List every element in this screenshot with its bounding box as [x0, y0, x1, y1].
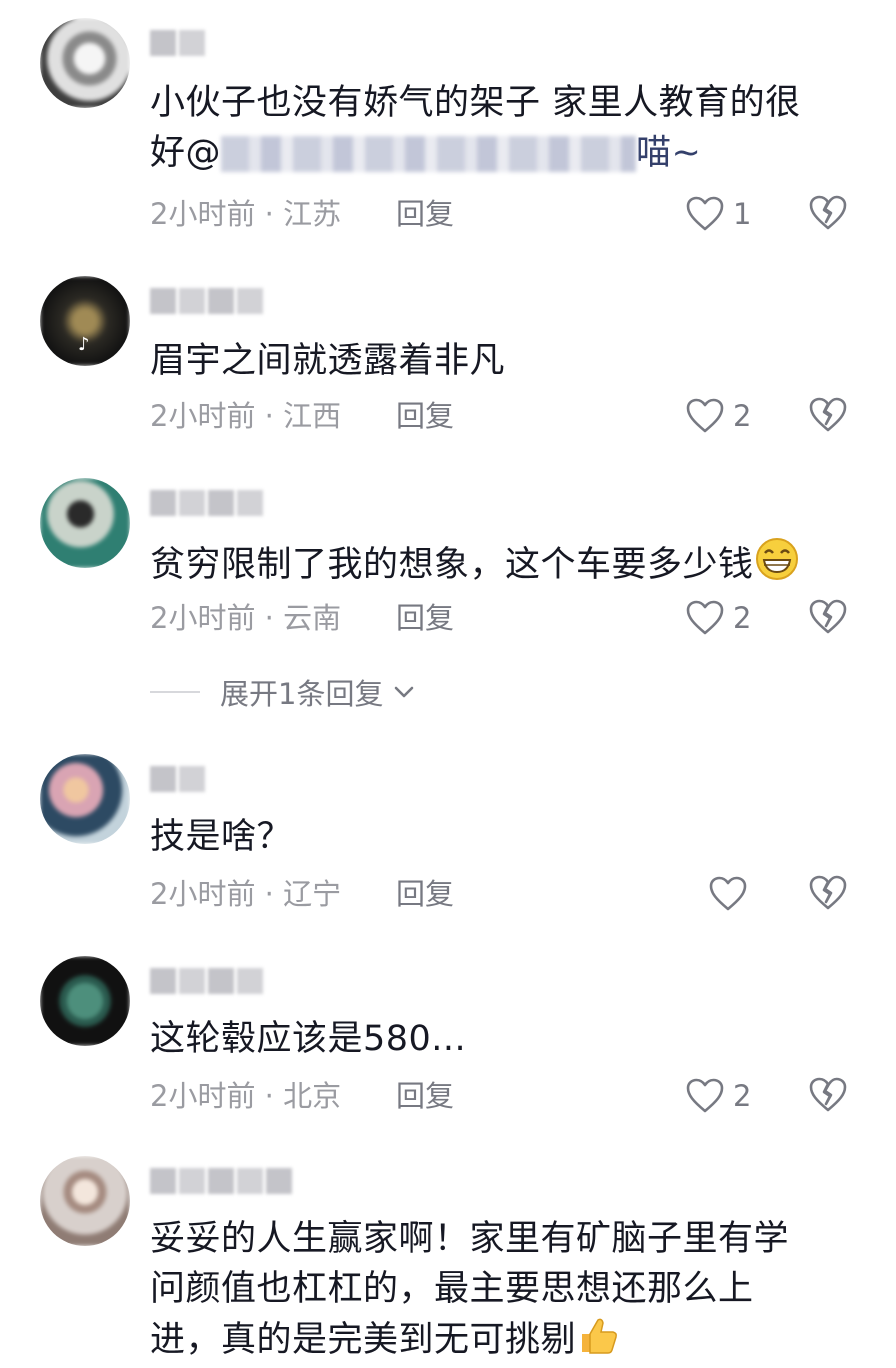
reply-button[interactable]: 回复 [396, 396, 454, 436]
avatar[interactable] [40, 754, 130, 844]
like-button[interactable] [708, 874, 756, 914]
time-location: 2小时前 · 江西 [150, 399, 342, 433]
broken-heart-icon [809, 397, 847, 432]
avatar[interactable] [40, 1156, 130, 1246]
like-count: 2 [733, 1079, 752, 1113]
expand-replies-button[interactable]: 展开1条回复 [150, 672, 417, 712]
expand-replies-label: 展开1条回复 [220, 677, 384, 711]
divider [150, 691, 200, 693]
username-blurred[interactable] [150, 766, 205, 792]
username-blurred[interactable] [150, 1168, 292, 1194]
like-button[interactable]: 1 [685, 194, 751, 234]
avatar[interactable] [40, 956, 130, 1046]
avatar[interactable]: ♪ [40, 276, 130, 366]
like-count: 2 [733, 399, 752, 433]
time-location: 2小时前 · 北京 [150, 1079, 342, 1113]
comment-text: 小伙子也没有娇气的架子 家里人教育的很 好@ 喵~ [150, 78, 850, 178]
avatar[interactable] [40, 478, 130, 568]
dislike-button[interactable] [808, 194, 848, 239]
heart-icon [686, 1078, 724, 1113]
comment-text: 妥妥的人生赢家啊！家里有矿脑子里有学 问颜值也杠杠的，最主要思想还那么上 进，真… [150, 1214, 850, 1368]
like-button[interactable]: 2 [685, 1076, 751, 1116]
thumbs-up-emoji-icon [576, 1314, 620, 1368]
dislike-button[interactable] [808, 598, 848, 643]
dislike-button[interactable] [808, 1076, 848, 1121]
like-count: 1 [733, 197, 752, 231]
broken-heart-icon [809, 599, 847, 634]
time-location: 2小时前 · 云南 [150, 601, 342, 635]
grin-emoji-icon [754, 536, 800, 596]
time-location: 2小时前 · 辽宁 [150, 877, 342, 911]
like-button[interactable]: 2 [685, 396, 751, 436]
heart-icon [686, 196, 724, 231]
tiktok-icon: ♪ [78, 334, 90, 355]
username-blurred[interactable] [150, 30, 205, 56]
comment-text: 技是啥？ [150, 817, 293, 857]
comment-text: 这轮毂应该是580... [150, 1019, 467, 1059]
comment-meta: 2小时前 · 江西 回复 2 [150, 396, 850, 436]
comment-text-part: 贫穷限制了我的想象，这个车要多少钱 [150, 545, 754, 585]
username-blurred[interactable] [150, 288, 263, 314]
chevron-down-icon [395, 686, 414, 698]
reply-button[interactable]: 回复 [396, 874, 454, 914]
mention-suffix[interactable]: 喵~ [636, 133, 701, 173]
time-location: 2小时前 · 江苏 [150, 197, 342, 231]
broken-heart-icon [809, 1077, 847, 1112]
reply-button[interactable]: 回复 [396, 194, 454, 234]
dislike-button[interactable] [808, 396, 848, 441]
reply-button[interactable]: 回复 [396, 598, 454, 638]
comment-meta: 2小时前 · 云南 回复 2 [150, 598, 850, 638]
username-blurred[interactable] [150, 968, 263, 994]
broken-heart-icon [809, 195, 847, 230]
comment-meta: 2小时前 · 辽宁 回复 [150, 874, 850, 914]
broken-heart-icon [809, 875, 847, 910]
like-button[interactable]: 2 [685, 598, 751, 638]
mention-blurred[interactable] [221, 136, 637, 172]
avatar[interactable] [40, 18, 130, 108]
reply-button[interactable]: 回复 [396, 1076, 454, 1116]
comment-meta: 2小时前 · 江苏 回复 1 [150, 194, 850, 234]
heart-icon [686, 398, 724, 433]
heart-icon [709, 876, 747, 911]
comment-text-part: 妥妥的人生赢家啊！家里有矿脑子里有学 问颜值也杠杠的，最主要思想还那么上 进，真… [150, 1219, 790, 1360]
dislike-button[interactable] [808, 874, 848, 919]
username-blurred[interactable] [150, 490, 263, 516]
like-count: 2 [733, 601, 752, 635]
comment-meta: 2小时前 · 北京 回复 2 [150, 1076, 850, 1116]
comment-text: 眉宇之间就透露着非凡 [150, 341, 506, 381]
comment-text: 贫穷限制了我的想象，这个车要多少钱 [150, 536, 850, 596]
heart-icon [686, 600, 724, 635]
